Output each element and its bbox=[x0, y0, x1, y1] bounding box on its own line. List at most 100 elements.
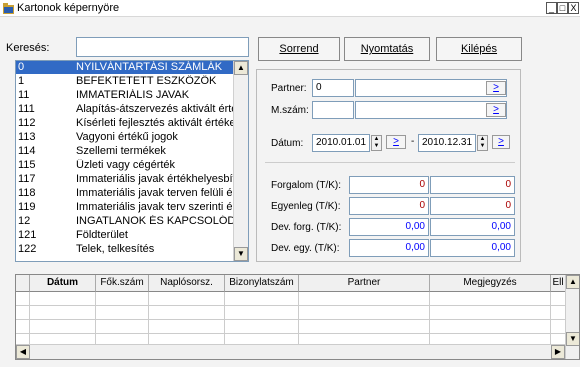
account-row[interactable]: 121 Földterület bbox=[16, 229, 234, 242]
date-from-picker-button[interactable]: > bbox=[386, 135, 406, 149]
account-row[interactable]: 115 Üzleti vagy cégérték bbox=[16, 159, 234, 172]
account-name: Alapítás-átszervezés aktivált érték bbox=[76, 103, 234, 115]
grid-cell[interactable] bbox=[96, 320, 149, 334]
account-row[interactable]: 1 BEFEKTETETT ESZKÖZÖK bbox=[16, 75, 234, 88]
grid-cell[interactable] bbox=[149, 292, 225, 306]
partner-input[interactable]: 0 bbox=[312, 79, 354, 97]
grid-cell[interactable] bbox=[299, 306, 430, 320]
sort-button[interactable]: Sorrend bbox=[258, 37, 340, 61]
grid-vertical-scrollbar[interactable]: ▲ ▼ bbox=[565, 275, 579, 359]
print-button[interactable]: Nyomtatás bbox=[344, 37, 430, 61]
grid-cell[interactable] bbox=[16, 292, 30, 306]
grid-cell[interactable] bbox=[149, 306, 225, 320]
account-row[interactable]: 122 Telek, telkesítés bbox=[16, 243, 234, 256]
grid-cell[interactable] bbox=[430, 292, 551, 306]
egyenleg-label: Egyenleg (T/K): bbox=[271, 201, 341, 212]
account-name: IMMATERIÁLIS JAVAK bbox=[76, 89, 190, 101]
date-from-spinner[interactable]: ▲ ▼ bbox=[371, 135, 382, 151]
grid-column-header[interactable]: Partner bbox=[299, 275, 430, 292]
account-row[interactable]: 118 Immateriális javak terven felüli ért bbox=[16, 187, 234, 200]
up-arrow-icon[interactable]: ▲ bbox=[566, 275, 579, 289]
date-from-input[interactable]: 2010.01.01 bbox=[312, 134, 370, 152]
account-row[interactable]: 114 Szellemi termékek bbox=[16, 145, 234, 158]
grid-cell[interactable] bbox=[430, 306, 551, 320]
forgalom-k-value: 0 bbox=[430, 176, 515, 194]
egyenleg-t-value: 0 bbox=[349, 197, 429, 215]
account-row[interactable]: 0 NYILVÁNTARTÁSI SZÁMLÁK bbox=[16, 61, 234, 74]
account-code: 115 bbox=[18, 159, 36, 171]
mszam-input[interactable] bbox=[312, 101, 354, 119]
account-code: 11 bbox=[18, 89, 30, 101]
grid-cell[interactable] bbox=[16, 306, 30, 320]
account-row[interactable]: 119 Immateriális javak terv szerinti érte bbox=[16, 201, 234, 214]
grid-cell[interactable] bbox=[225, 320, 299, 334]
minimize-button[interactable]: _ bbox=[546, 2, 557, 14]
search-label: Keresés: bbox=[6, 42, 50, 54]
account-name: INGATLANOK ÉS KAPCSOLÓDÓ bbox=[76, 215, 234, 227]
right-arrow-icon[interactable]: ▶ bbox=[551, 345, 565, 359]
down-arrow-icon[interactable]: ▼ bbox=[234, 247, 248, 261]
account-row[interactable]: 113 Vagyoni értékű jogok bbox=[16, 131, 234, 144]
grid-row[interactable] bbox=[16, 292, 566, 306]
account-list-scrollbar[interactable]: ▲ ▼ bbox=[233, 61, 248, 261]
grid-column-header[interactable]: Fők.szám bbox=[96, 275, 149, 292]
grid-cell[interactable] bbox=[16, 320, 30, 334]
grid-cell[interactable] bbox=[96, 306, 149, 320]
grid-cell[interactable] bbox=[30, 306, 96, 320]
account-row[interactable]: 11 IMMATERIÁLIS JAVAK bbox=[16, 89, 234, 102]
devegy-t-value: 0,00 bbox=[349, 239, 429, 257]
forgalom-label: Forgalom (T/K): bbox=[271, 180, 342, 191]
separator bbox=[265, 162, 515, 163]
account-name: Vagyoni értékű jogok bbox=[76, 131, 178, 143]
date-to-spinner[interactable]: ▲ ▼ bbox=[477, 135, 488, 151]
grid-row[interactable] bbox=[16, 320, 566, 334]
grid-column-header[interactable]: Bizonylatszám bbox=[225, 275, 299, 292]
grid-row[interactable] bbox=[16, 306, 566, 320]
forgalom-t-value: 0 bbox=[349, 176, 429, 194]
account-code: 12 bbox=[18, 215, 31, 227]
account-row[interactable]: 112 Kísérleti fejlesztés aktivált értéke bbox=[16, 117, 234, 130]
filter-panel: Partner: 0 > M.szám: > Dátum: 2010.01.01… bbox=[256, 69, 521, 262]
account-row[interactable]: 111 Alapítás-átszervezés aktivált érték bbox=[16, 103, 234, 116]
grid-column-header[interactable]: Ell bbox=[551, 275, 566, 292]
search-input[interactable] bbox=[76, 37, 249, 57]
account-code: 114 bbox=[18, 145, 36, 157]
left-arrow-icon[interactable]: ◀ bbox=[16, 345, 30, 359]
date-to-input[interactable]: 2010.12.31 bbox=[418, 134, 476, 152]
devforg-label: Dev. forg. (T/K): bbox=[271, 222, 342, 233]
grid-cell[interactable] bbox=[430, 320, 551, 334]
account-code: 111 bbox=[18, 103, 35, 115]
date-separator: - bbox=[411, 136, 415, 147]
account-row[interactable]: 117 Immateriális javak értékhelyesbíté bbox=[16, 173, 234, 186]
grid-column-header[interactable]: Dátum bbox=[30, 275, 96, 292]
grid-cell[interactable] bbox=[225, 306, 299, 320]
grid-cell[interactable] bbox=[299, 320, 430, 334]
grid-cell[interactable] bbox=[30, 320, 96, 334]
down-arrow-icon[interactable]: ▼ bbox=[566, 332, 579, 346]
window: Kartonok képernyöre _ □ X Keresés: 0 NYIL… bbox=[0, 0, 580, 367]
mszam-lookup-button[interactable]: > bbox=[486, 103, 506, 117]
grid-cell[interactable] bbox=[30, 292, 96, 306]
maximize-button[interactable]: □ bbox=[557, 2, 568, 14]
ledger-grid[interactable]: Dátum Fők.szám Naplósorsz. Bizonylatszám Par… bbox=[15, 274, 580, 360]
account-list[interactable]: 0 NYILVÁNTARTÁSI SZÁMLÁK 1 BEFEKTETETT ESZK… bbox=[15, 60, 249, 262]
grid-column-header[interactable]: Naplósorsz. bbox=[149, 275, 225, 292]
account-code: 119 bbox=[18, 201, 36, 213]
mszam-name-field bbox=[355, 101, 507, 119]
grid-cell[interactable] bbox=[225, 292, 299, 306]
partner-lookup-button[interactable]: > bbox=[486, 81, 506, 95]
exit-button[interactable]: Kilépés bbox=[436, 37, 522, 61]
account-code: 113 bbox=[18, 131, 36, 143]
account-row[interactable]: 12 INGATLANOK ÉS KAPCSOLÓDÓ bbox=[16, 215, 234, 228]
close-button[interactable]: X bbox=[568, 2, 579, 14]
grid-cell[interactable] bbox=[299, 292, 430, 306]
account-name: BEFEKTETETT ESZKÖZÖK bbox=[76, 75, 217, 87]
grid-cell[interactable] bbox=[96, 292, 149, 306]
devegy-label: Dev. egy. (T/K): bbox=[271, 243, 340, 254]
grid-horizontal-scrollbar[interactable]: ◀ ▶ bbox=[16, 344, 566, 359]
up-arrow-icon[interactable]: ▲ bbox=[234, 61, 248, 75]
date-to-picker-button[interactable]: > bbox=[492, 135, 510, 149]
account-name: Üzleti vagy cégérték bbox=[76, 159, 176, 171]
grid-column-header[interactable]: Megjegyzés bbox=[430, 275, 551, 292]
grid-cell[interactable] bbox=[149, 320, 225, 334]
